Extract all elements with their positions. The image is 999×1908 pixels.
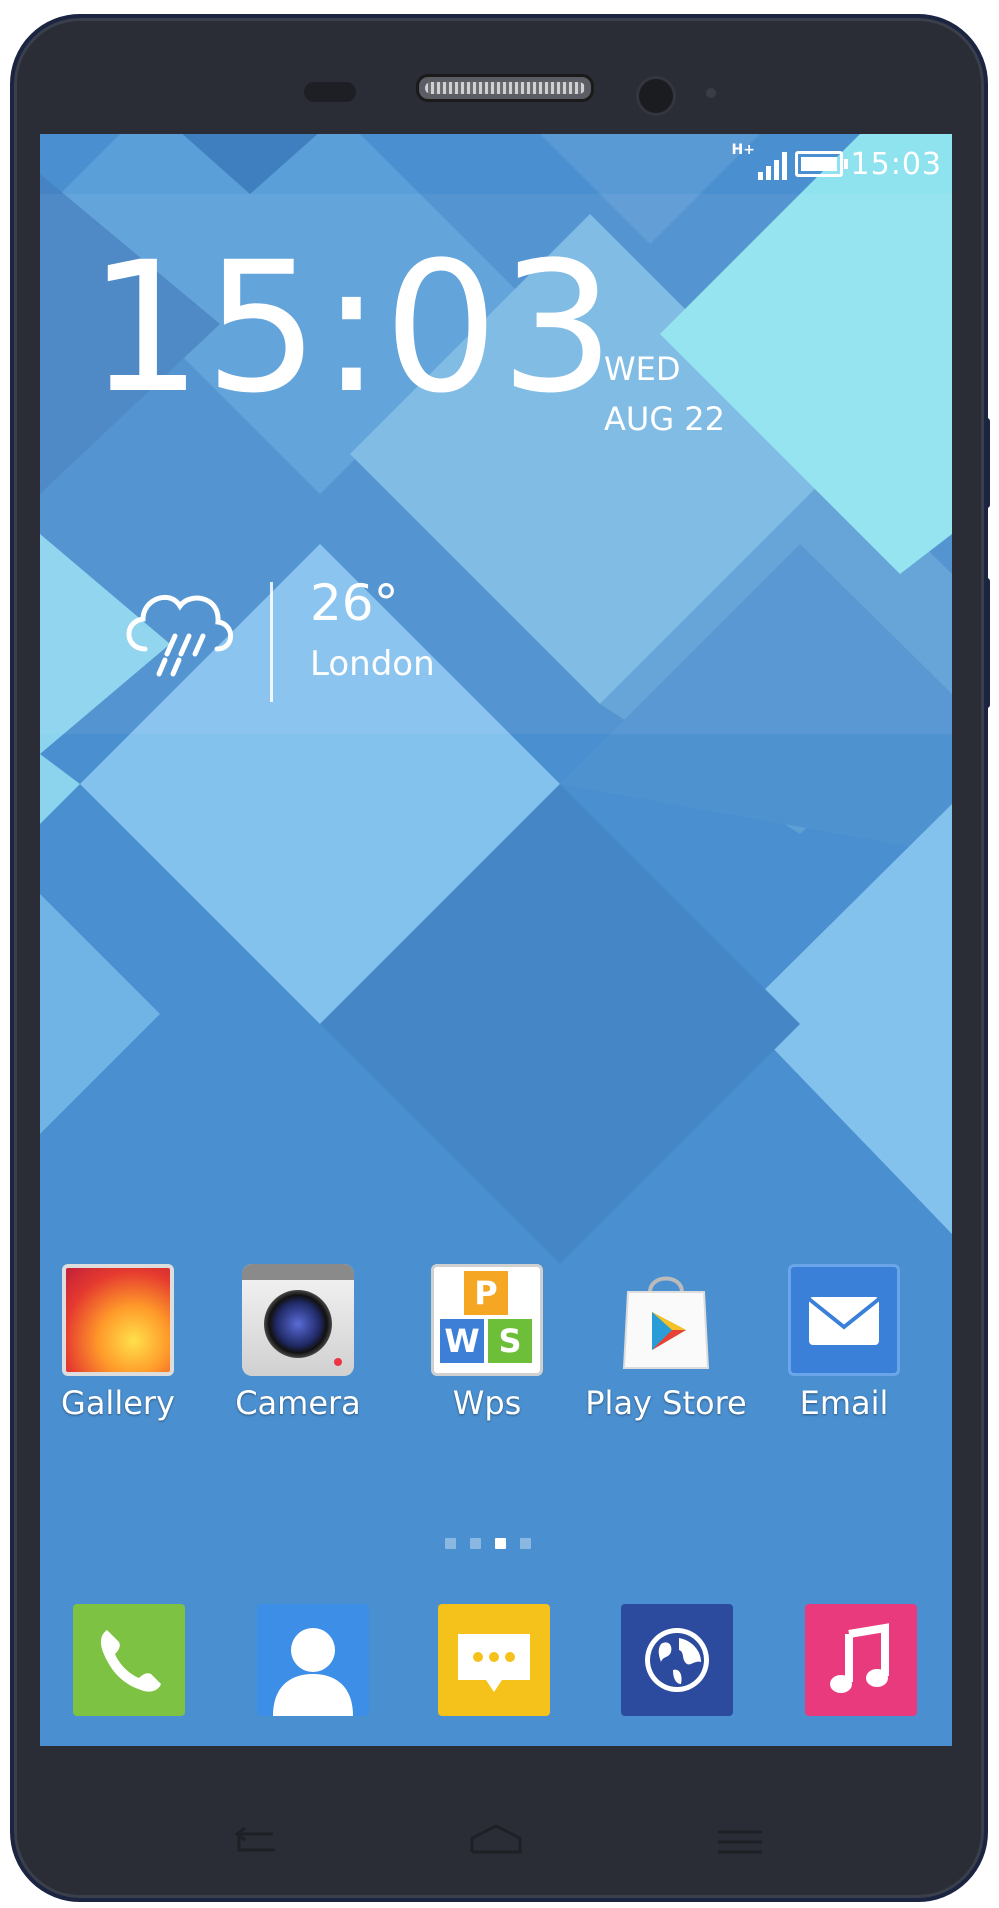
- weather-temperature[interactable]: 26°: [310, 574, 399, 632]
- app-label: Wps: [452, 1384, 522, 1422]
- home-key-icon[interactable]: [466, 1822, 526, 1862]
- messaging-icon: [458, 1634, 530, 1692]
- clock-day: WED: [604, 350, 681, 388]
- weather-city[interactable]: London: [310, 644, 435, 684]
- power-button[interactable]: [984, 578, 990, 708]
- app-label: Camera: [235, 1384, 361, 1422]
- app-wps[interactable]: P W S Wps: [397, 1264, 577, 1422]
- weather-divider: [270, 582, 273, 702]
- wps-icon: P W S: [431, 1264, 543, 1376]
- dock-browser[interactable]: [621, 1604, 733, 1716]
- page-dot[interactable]: [520, 1538, 531, 1549]
- signal-icon: H+: [732, 142, 787, 180]
- app-label: Play Store: [585, 1384, 747, 1422]
- app-email[interactable]: Email: [754, 1264, 934, 1422]
- page-dot[interactable]: [470, 1538, 481, 1549]
- app-label: Email: [799, 1384, 889, 1422]
- status-time: 15:03: [850, 146, 942, 182]
- page-indicator: [445, 1538, 531, 1549]
- clock-time[interactable]: 15:03: [88, 239, 617, 419]
- app-play-store[interactable]: Play Store: [576, 1264, 756, 1422]
- email-icon: [788, 1264, 900, 1376]
- back-key-icon[interactable]: [225, 1822, 285, 1862]
- notification-led: [706, 88, 716, 98]
- page-dot[interactable]: [445, 1538, 456, 1549]
- dock-messaging[interactable]: [438, 1604, 550, 1716]
- volume-button[interactable]: [984, 418, 990, 508]
- gallery-icon: [62, 1264, 174, 1376]
- contacts-icon: [273, 1628, 353, 1716]
- clock-date[interactable]: WED AUG 22: [604, 344, 725, 444]
- status-bar: H+ 15:03: [732, 142, 942, 184]
- music-icon: [830, 1623, 889, 1693]
- rain-cloud-icon[interactable]: [115, 574, 245, 684]
- battery-icon: [794, 151, 848, 177]
- dock-phone[interactable]: [73, 1604, 185, 1716]
- menu-key-icon[interactable]: [710, 1822, 770, 1862]
- dock-music[interactable]: [805, 1604, 917, 1716]
- dock-contacts[interactable]: [257, 1604, 369, 1716]
- proximity-sensor: [304, 82, 356, 102]
- page-dot-active[interactable]: [495, 1538, 506, 1549]
- app-label: Gallery: [61, 1384, 175, 1422]
- phone-icon: [100, 1630, 161, 1692]
- app-camera[interactable]: Camera: [208, 1264, 388, 1422]
- browser-icon: [645, 1628, 709, 1692]
- camera-icon: [242, 1264, 354, 1376]
- network-type: H+: [731, 142, 755, 158]
- app-gallery[interactable]: Gallery: [40, 1264, 208, 1422]
- home-screen: H+ 15:03 15:03 WED AUG 22 26° London Gal…: [40, 134, 952, 1746]
- front-camera: [636, 76, 676, 116]
- play-store-icon: [610, 1264, 722, 1376]
- clock-date-text: AUG 22: [604, 400, 725, 438]
- earpiece-speaker: [416, 74, 594, 102]
